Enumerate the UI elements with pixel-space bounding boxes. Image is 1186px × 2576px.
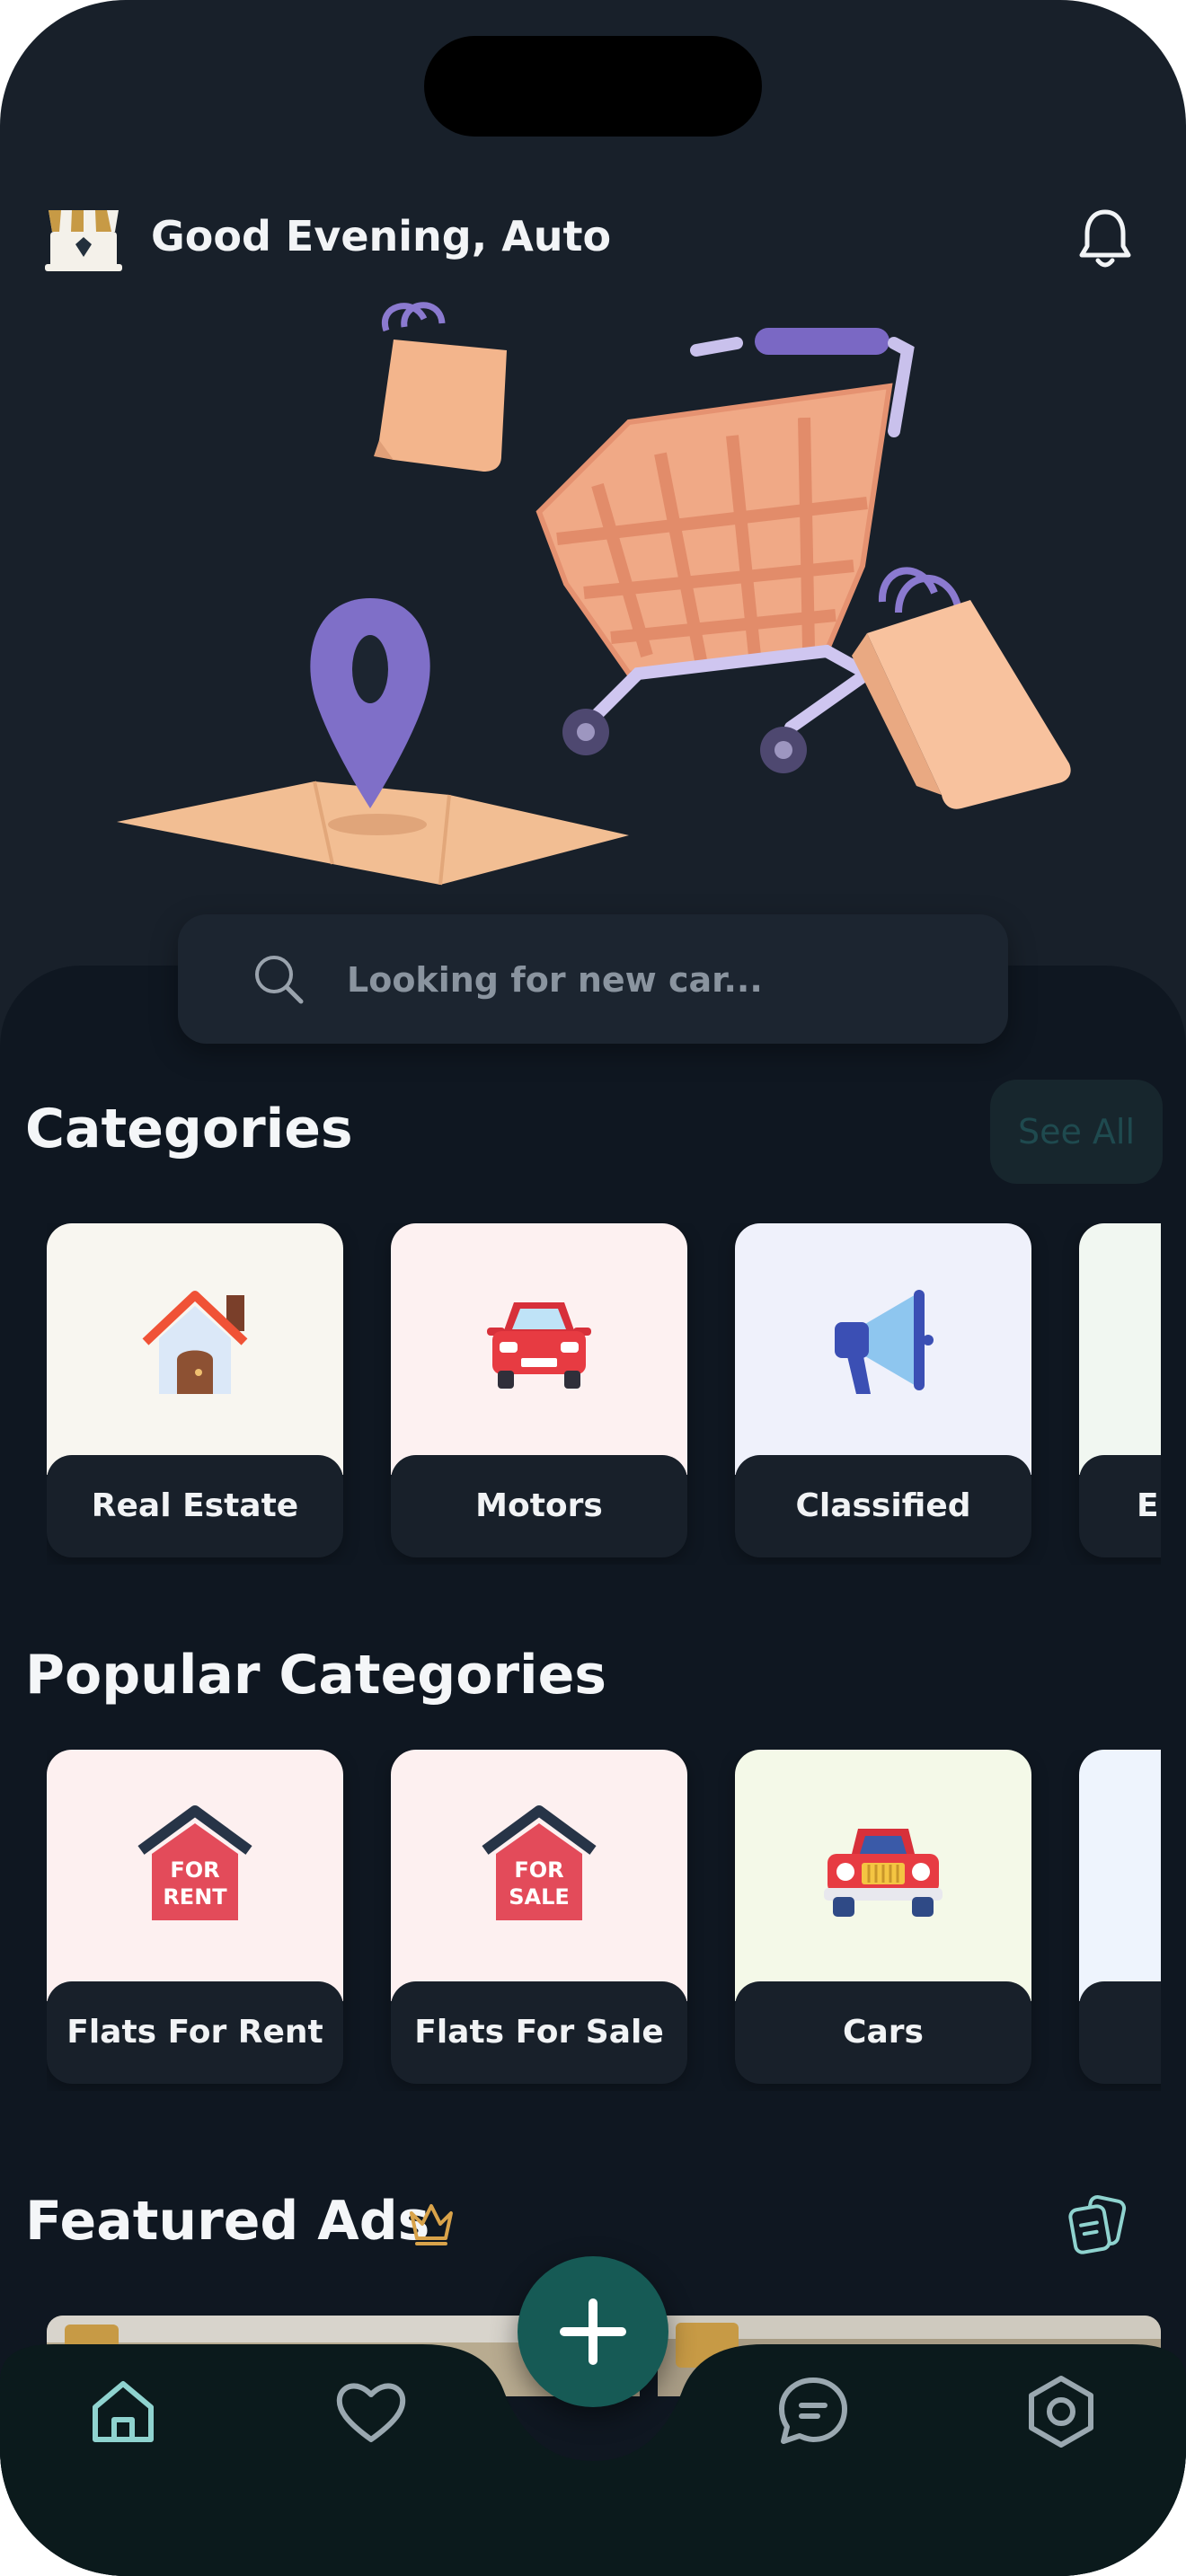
popular-categories-row: FOR RENT Flats For Rent FOR SALE Flats F…: [47, 1750, 1161, 2091]
category-card-motors[interactable]: Motors: [391, 1223, 687, 1557]
phone-screen: Good Evening, Auto Looking for new car..…: [0, 0, 1186, 2576]
greeting-text: Good Evening, Auto: [151, 212, 612, 260]
sign-text-line-2: SALE: [509, 1884, 570, 1910]
header: Good Evening, Auto: [45, 205, 1141, 286]
search-bar[interactable]: [178, 914, 1008, 1044]
see-all-button[interactable]: See All: [990, 1080, 1163, 1184]
category-label: Real Estate: [47, 1455, 343, 1557]
popular-card-partial[interactable]: [1079, 1750, 1161, 2084]
category-card-real-estate[interactable]: Real Estate: [47, 1223, 343, 1557]
plus-icon: [560, 2298, 626, 2365]
category-label: Cars: [735, 1981, 1031, 2084]
categories-row: Real Estate Motors Classified E: [47, 1223, 1161, 1565]
popular-categories-title: Popular Categories: [25, 1644, 607, 1707]
jeep-icon: [824, 1829, 943, 1917]
popular-card-flats-for-rent[interactable]: FOR RENT Flats For Rent: [47, 1750, 343, 2084]
dynamic-island: [424, 36, 762, 137]
category-label: Classified: [735, 1455, 1031, 1557]
category-label: El: [1079, 1455, 1161, 1557]
category-label: [1079, 1981, 1161, 2084]
sign-text-line-1: FOR: [170, 1857, 219, 1883]
featured-ads-title: Featured Ads: [25, 2190, 430, 2253]
megaphone-icon: [835, 1290, 934, 1394]
storefront-icon: [45, 210, 122, 271]
popular-card-flats-for-sale[interactable]: FOR SALE Flats For Sale: [391, 1750, 687, 2084]
category-card-classified[interactable]: Classified: [735, 1223, 1031, 1557]
search-icon: [255, 956, 304, 1004]
search-input[interactable]: [345, 954, 960, 1006]
for-rent-sign-icon: FOR RENT: [137, 1805, 252, 1920]
category-label: Flats For Sale: [391, 1981, 687, 2084]
document-icon[interactable]: [1066, 2193, 1128, 2256]
sign-text-line-1: FOR: [514, 1857, 563, 1883]
shopping-illustration: [117, 302, 1071, 886]
bell-icon[interactable]: [1076, 207, 1134, 269]
popular-card-cars[interactable]: Cars: [735, 1750, 1031, 2084]
chat-icon[interactable]: [773, 2371, 854, 2452]
house-icon: [142, 1291, 248, 1394]
categories-title: Categories: [25, 1098, 353, 1160]
for-sale-sign-icon: FOR SALE: [482, 1805, 597, 1920]
add-listing-button[interactable]: [518, 2256, 668, 2407]
category-card-partial[interactable]: El: [1079, 1223, 1161, 1557]
sign-text-line-2: RENT: [163, 1884, 227, 1910]
home-icon[interactable]: [83, 2371, 164, 2452]
category-label: Motors: [391, 1455, 687, 1557]
settings-icon[interactable]: [1021, 2371, 1102, 2452]
category-label: Flats For Rent: [47, 1981, 343, 2084]
crown-icon: [410, 2204, 453, 2245]
heart-icon[interactable]: [331, 2371, 412, 2452]
car-icon: [487, 1302, 591, 1389]
